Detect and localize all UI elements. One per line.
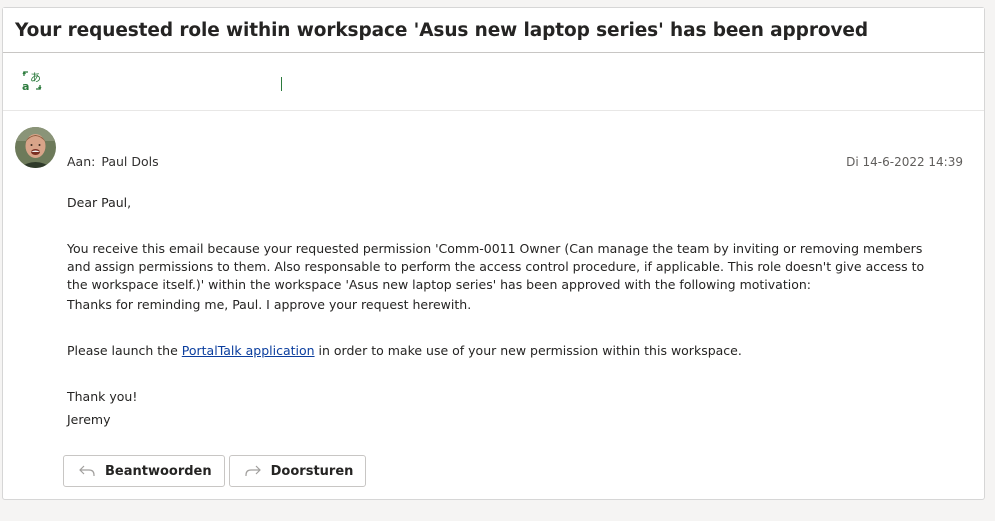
forward-button[interactable]: Doorsturen — [228, 455, 367, 487]
translate-icon[interactable]: a あ — [21, 70, 43, 93]
forward-arrow-icon — [245, 465, 261, 476]
reply-label: Beantwoorden — [105, 463, 212, 479]
launch-paragraph: Please launch the PortalTalk application… — [67, 342, 947, 360]
svg-text:a: a — [22, 80, 29, 92]
email-subject: Your requested role within workspace 'As… — [15, 19, 869, 41]
greeting: Dear Paul, — [67, 195, 132, 210]
email-reading-pane: Your requested role within workspace 'As… — [2, 7, 985, 500]
recipient-name[interactable]: Paul Dols — [101, 154, 158, 169]
text-caret — [281, 77, 282, 91]
reply-arrow-icon — [79, 465, 95, 476]
portaltalk-link[interactable]: PortalTalk application — [182, 343, 315, 358]
svg-text:あ: あ — [30, 71, 41, 84]
email-date: Di 14-6-2022 14:39 — [846, 155, 963, 169]
launch-prefix: Please launch the — [67, 343, 182, 358]
reply-actions: Beantwoorden Doorsturen — [63, 455, 367, 487]
translation-bar: a あ — [3, 53, 984, 111]
subject-bar: Your requested role within workspace 'As… — [3, 8, 984, 53]
sender-avatar[interactable] — [15, 127, 56, 168]
thanks: Thank you! — [67, 389, 138, 404]
forward-label: Doorsturen — [270, 463, 354, 479]
recipient-row: Aan: Paul Dols Di 14-6-2022 14:39 — [67, 154, 963, 169]
signature: Jeremy — [67, 412, 111, 427]
to-label: Aan: — [67, 154, 96, 169]
reply-button[interactable]: Beantwoorden — [63, 455, 225, 487]
motivation: Thanks for reminding me, Paul. I approve… — [67, 297, 472, 312]
launch-suffix: in order to make use of your new permiss… — [314, 343, 742, 358]
email-body: Dear Paul, You receive this email becaus… — [67, 194, 947, 429]
body-paragraph: You receive this email because your requ… — [67, 241, 925, 292]
